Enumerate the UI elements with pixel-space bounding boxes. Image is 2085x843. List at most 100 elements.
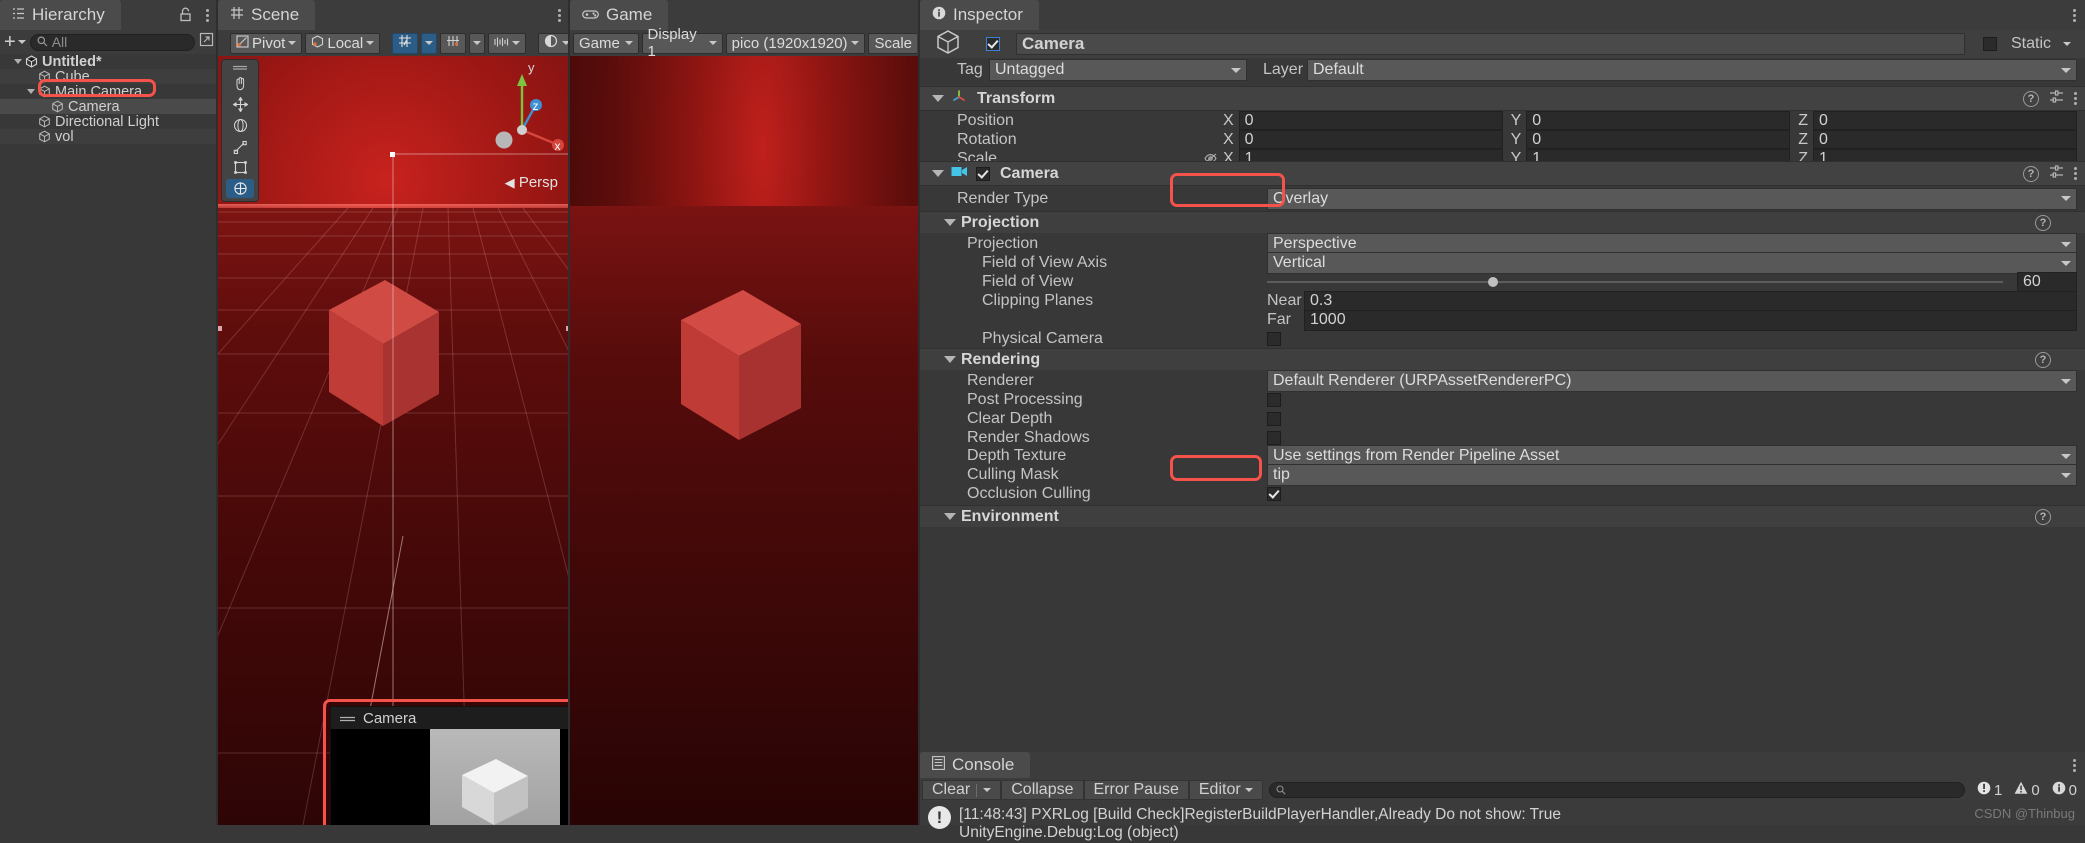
hierarchy-item-cube[interactable]: Cube — [0, 69, 218, 85]
game-scale-control[interactable]: Scale — [868, 32, 917, 54]
inspector-menu-icon[interactable] — [2073, 9, 2076, 22]
hierarchy-item-vol[interactable]: vol — [0, 129, 218, 145]
hierarchy-lock-icon[interactable] — [179, 7, 192, 27]
transform-rotation-x-field[interactable]: 0 — [1238, 130, 1503, 149]
hierarchy-item-directional-light[interactable]: Directional Light — [0, 114, 218, 130]
audio-toggle-button[interactable] — [488, 32, 527, 54]
environment-section-header[interactable]: Environment ? — [920, 505, 2085, 527]
tab-scene[interactable]: Scene — [218, 0, 316, 30]
rendering-section-header[interactable]: Rendering ? — [920, 348, 2085, 370]
physical-camera-checkbox[interactable] — [1267, 332, 1281, 346]
camera-preview-titlebar[interactable]: Camera — [331, 707, 570, 729]
log-entry[interactable]: [11:48:43] PXRLog [Build Check]RegisterB… — [959, 806, 1561, 843]
object-enabled-checkbox[interactable] — [986, 37, 1000, 51]
expand-triangle-icon[interactable] — [27, 89, 35, 94]
render-type-dropdown[interactable]: Overlay — [1267, 187, 2077, 210]
hierarchy-add-button[interactable]: + — [4, 32, 26, 52]
snap-increment-dropdown[interactable] — [469, 32, 486, 54]
scene-orientation-gizmo[interactable]: y x z — [478, 60, 566, 170]
console-clear-button[interactable]: Clear — [922, 780, 1002, 800]
hierarchy-item-camera[interactable]: Camera — [0, 99, 218, 115]
scene-menu-icon[interactable] — [558, 9, 561, 22]
hierarchy-expand-icon[interactable] — [199, 32, 214, 52]
frustum-handle-left[interactable] — [218, 326, 222, 331]
preset-icon[interactable] — [2049, 89, 2064, 108]
occlusion-culling-checkbox[interactable] — [1267, 487, 1281, 501]
hierarchy-search-input[interactable]: All — [29, 33, 195, 51]
static-dropdown-icon[interactable] — [2063, 42, 2071, 46]
scene-viewport[interactable]: y x z ◀ Persp Camera — [218, 56, 570, 825]
console-error-pause-button[interactable]: Error Pause — [1083, 780, 1189, 800]
environment-foldout-icon[interactable] — [944, 513, 956, 520]
tag-dropdown[interactable]: Untagged — [989, 59, 1247, 81]
console-info-counter[interactable]: 0 — [2046, 781, 2083, 799]
camera-component-header[interactable]: Camera ? — [920, 161, 2085, 186]
transform-tool[interactable] — [226, 179, 254, 198]
game-display-dropdown[interactable]: Display 1 — [641, 26, 723, 60]
help-icon[interactable]: ? — [2023, 165, 2039, 182]
drag-handle-icon[interactable] — [339, 710, 356, 727]
game-viewport[interactable] — [570, 56, 920, 825]
object-name-field[interactable]: Camera — [1016, 33, 1965, 55]
fov-slider[interactable] — [1267, 274, 2003, 290]
preset-icon[interactable] — [2049, 164, 2064, 183]
camera-frustum-handle[interactable] — [390, 152, 395, 157]
transform-component-header[interactable]: Transform ? — [920, 86, 2085, 111]
post-processing-checkbox[interactable] — [1267, 393, 1281, 407]
help-icon[interactable]: ? — [2035, 351, 2051, 368]
transform-menu-icon[interactable] — [2074, 92, 2077, 105]
console-error-counter[interactable]: 1 — [1971, 781, 2008, 799]
space-button[interactable]: Local — [305, 32, 381, 54]
hand-tool[interactable] — [226, 74, 254, 93]
game-resolution-dropdown[interactable]: pico (1920x1920) — [725, 32, 866, 54]
expand-triangle-icon[interactable] — [14, 59, 22, 64]
rotate-tool[interactable] — [226, 116, 254, 135]
rendering-foldout-icon[interactable] — [944, 356, 956, 363]
rect-tool[interactable] — [226, 158, 254, 177]
scene-cube-object[interactable] — [323, 266, 443, 441]
transform-rotation-y-field[interactable]: 0 — [1526, 130, 1791, 149]
grid-snap-button[interactable] — [392, 32, 419, 54]
transform-rotation-z-field[interactable]: 0 — [1813, 130, 2077, 149]
console-search-input[interactable] — [1268, 782, 1965, 798]
hierarchy-item-main-camera[interactable]: Main Camera — [0, 84, 218, 100]
console-warning-counter[interactable]: 0 — [2008, 781, 2045, 799]
transform-foldout-icon[interactable] — [932, 95, 944, 102]
game-mode-dropdown[interactable]: Game — [573, 32, 639, 54]
fov-slider-knob[interactable] — [1487, 277, 1498, 287]
layer-dropdown[interactable]: Default — [1307, 59, 2077, 81]
tab-console[interactable]: Console — [920, 752, 1031, 778]
camera-preview-window[interactable]: Camera — [330, 706, 570, 825]
snap-increment-button[interactable] — [440, 32, 467, 54]
static-checkbox[interactable] — [1982, 37, 1997, 51]
scene-projection-label[interactable]: ◀ Persp — [505, 174, 558, 191]
scale-tool[interactable] — [226, 137, 254, 156]
projection-foldout-icon[interactable] — [944, 219, 956, 226]
hierarchy-item-untitled[interactable]: Untitled* — [0, 54, 218, 70]
hierarchy-menu-icon[interactable] — [206, 9, 209, 22]
tab-hierarchy[interactable]: Hierarchy — [0, 0, 121, 30]
render-shadows-checkbox[interactable] — [1267, 431, 1281, 445]
transform-position-y-field[interactable]: 0 — [1526, 111, 1791, 130]
console-log-list[interactable]: ! [11:48:43] PXRLog [Build Check]Registe… — [920, 802, 2085, 841]
grid-snap-dropdown[interactable] — [421, 32, 438, 54]
transform-position-x-field[interactable]: 0 — [1238, 111, 1503, 130]
clear-depth-checkbox[interactable] — [1267, 412, 1281, 426]
help-icon[interactable]: ? — [2035, 508, 2051, 525]
help-icon[interactable]: ? — [2023, 90, 2039, 107]
tab-inspector[interactable]: Inspector — [920, 0, 1039, 30]
camera-foldout-icon[interactable] — [932, 170, 944, 177]
pivot-button[interactable]: Pivot — [230, 32, 303, 54]
transform-position-z-field[interactable]: 0 — [1813, 111, 2077, 130]
projection-section-header[interactable]: Projection ? — [920, 211, 2085, 233]
console-collapse-button[interactable]: Collapse — [1001, 780, 1084, 800]
camera-enabled-checkbox[interactable] — [976, 166, 990, 181]
tool-palette-drag-handle[interactable] — [226, 63, 254, 72]
console-editor-dropdown[interactable]: Editor — [1188, 780, 1263, 800]
camera-menu-icon[interactable] — [2074, 167, 2077, 180]
scene-tool-palette[interactable] — [221, 59, 259, 202]
help-icon[interactable]: ? — [2035, 214, 2051, 231]
move-tool[interactable] — [226, 95, 254, 114]
hierarchy-tree[interactable]: Untitled* Cube Main Camera Camera Directiona… — [0, 54, 218, 825]
console-menu-icon[interactable] — [2073, 759, 2076, 772]
